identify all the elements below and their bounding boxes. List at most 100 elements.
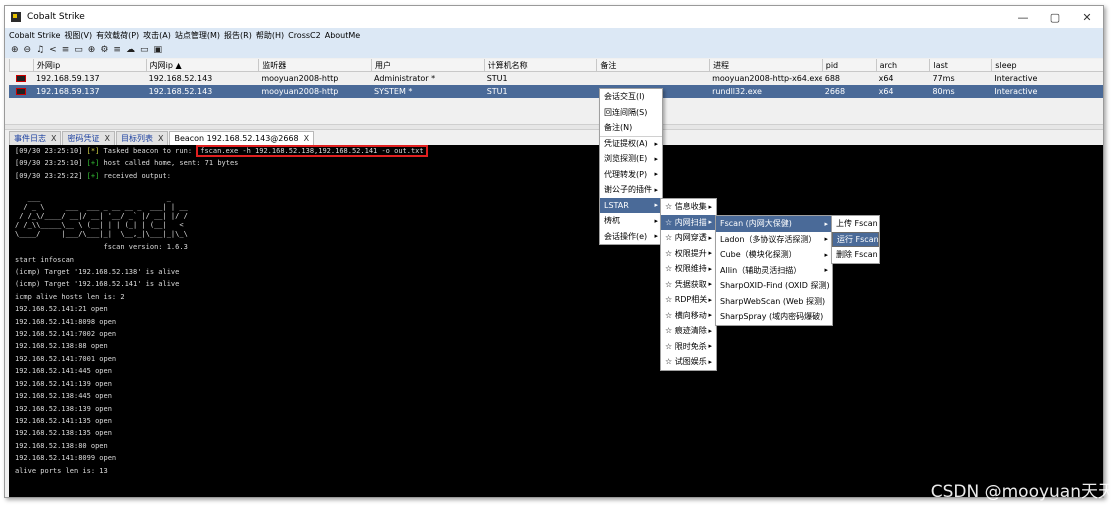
menu-item-sharpspray[interactable]: SharpSpray (域内密码爆破) xyxy=(716,309,832,325)
cell-computer: STU1 xyxy=(486,74,508,83)
column-header-icon[interactable] xyxy=(9,58,33,72)
menu-item-av-evasion[interactable]: ☆ 限时免杀 ▸ xyxy=(661,339,716,355)
console-line: (icmp) Target '192.168.52.141' is alive xyxy=(15,280,180,289)
window-title: Cobalt Strike xyxy=(27,12,85,22)
close-button[interactable]: ✕ xyxy=(1071,6,1103,28)
tab-event-log[interactable]: 事件日志 X xyxy=(9,131,62,145)
menu-item-sharpwebscan[interactable]: SharpWebScan (Web 探测) xyxy=(716,294,832,310)
menu-attacks[interactable]: 攻击(A) xyxy=(143,30,171,41)
targets-icon[interactable]: ▭ xyxy=(74,45,83,55)
cell-process: rundll32.exe xyxy=(712,87,762,96)
minimize-button[interactable]: — xyxy=(1007,6,1039,28)
menu-item-info-gather[interactable]: ☆ 信息收集 ▸ xyxy=(661,199,716,215)
menu-item-session[interactable]: 会话操作(e) ▸ xyxy=(600,229,662,245)
column-header-external-ip[interactable]: 外网ip xyxy=(32,58,146,72)
menu-item-note[interactable]: 备注(N) xyxy=(600,120,662,136)
column-header-arch[interactable]: arch xyxy=(875,58,930,72)
close-tab-icon[interactable]: X xyxy=(158,134,163,143)
menu-item-fun[interactable]: ☆ 试图娱乐 ▸ xyxy=(661,354,716,370)
menu-item-credentials[interactable]: ☆ 凭据获取 ▸ xyxy=(661,277,716,293)
close-tab-icon[interactable]: X xyxy=(104,134,109,143)
keystrokes-icon[interactable]: ≡ xyxy=(113,45,121,55)
menu-item-plugins[interactable]: 谢公子的插件 ▸ xyxy=(600,182,662,198)
menu-item-taowu[interactable]: 梼杌 ▸ xyxy=(600,213,662,229)
menu-aboutme[interactable]: AboutMe xyxy=(325,31,360,40)
submenu-arrow-icon: ▸ xyxy=(708,249,712,258)
menu-item-pivoting[interactable]: 代理转发(P) ▸ xyxy=(600,167,662,183)
column-header-note[interactable]: 备注 xyxy=(596,58,709,72)
cloud-icon[interactable]: ☁ xyxy=(126,45,135,55)
submenu-arrow-icon: ▸ xyxy=(708,295,712,304)
web-icon[interactable]: ⊕ xyxy=(88,45,96,55)
column-header-pid[interactable]: pid xyxy=(821,58,876,72)
menu-item-interact[interactable]: 会话交互(I) xyxy=(600,89,662,105)
menu-item-ladon[interactable]: Ladon（多协议存活探测） ▸ xyxy=(716,232,832,248)
highlighted-command: fscan.exe -h 192.168.52.138,192.168.52.1… xyxy=(196,145,428,157)
menu-item-rdp[interactable]: ☆ RDP相关 ▸ xyxy=(661,292,716,308)
menu-item-intranet-scan[interactable]: ☆ 内网扫描 ▸ xyxy=(661,214,716,230)
console-line: 192.168.52.141:8098 open xyxy=(15,317,117,326)
menu-item-persistence[interactable]: ☆ 权限维持 ▸ xyxy=(661,261,716,277)
disconnect-icon[interactable]: ⊖ xyxy=(24,45,32,55)
menu-item-cube[interactable]: Cube（模块化探测） ▸ xyxy=(716,247,832,263)
screenshots-icon[interactable]: ▭ xyxy=(140,45,149,55)
table-row-selected[interactable]: 192.168.59.137 192.168.52.143 mooyuan200… xyxy=(9,85,1103,98)
menu-site-management[interactable]: 站点管理(M) xyxy=(175,30,220,41)
menu-item-cleanup[interactable]: ☆ 痕迹清除 ▸ xyxy=(661,323,716,339)
tab-credentials[interactable]: 密码凭证 X xyxy=(62,131,115,145)
cell-computer: STU1 xyxy=(486,87,508,96)
menu-item-delete-fscan[interactable]: 删除 Fscan xyxy=(832,247,879,263)
menu-reporting[interactable]: 报告(R) xyxy=(224,30,252,41)
column-header-internal-ip[interactable]: 内网ip ▲ xyxy=(145,58,259,72)
listeners-icon[interactable]: ♫ xyxy=(36,45,44,55)
tab-label: 密码凭证 xyxy=(67,134,100,143)
camera-icon[interactable]: ▣ xyxy=(153,45,162,55)
submenu-arrow-icon: ▸ xyxy=(824,266,828,275)
menu-cobalt-strike[interactable]: Cobalt Strike xyxy=(9,31,60,40)
submenu-arrow-icon: ▸ xyxy=(708,264,712,273)
close-tab-icon[interactable]: X xyxy=(51,134,56,143)
new-connection-icon[interactable]: ⊕ xyxy=(11,45,19,55)
column-header-last[interactable]: last xyxy=(929,58,991,72)
maximize-button[interactable]: ▢ xyxy=(1039,6,1071,28)
close-tab-icon[interactable]: X xyxy=(304,134,309,143)
menu-item-lateral[interactable]: ☆ 横向移动 ▸ xyxy=(661,308,716,324)
column-header-sleep[interactable]: sleep xyxy=(991,58,1103,72)
column-header-computer[interactable]: 计算机名称 xyxy=(483,58,597,72)
menu-item-lstar[interactable]: LSTAR ▸ xyxy=(600,197,662,213)
menu-item-run-fscan[interactable]: 运行 Fscan xyxy=(832,231,879,247)
submenu-arrow-icon: ▸ xyxy=(708,233,712,242)
cell-last: 80ms xyxy=(932,87,955,96)
session-table-icon[interactable]: ≡ xyxy=(62,45,70,55)
settings-icon[interactable]: ⚙ xyxy=(100,45,108,55)
column-header-user[interactable]: 用户 xyxy=(371,58,484,72)
beacon-console[interactable]: [09/30 23:25:10] [*] Tasked beacon to ru… xyxy=(9,145,1103,497)
menu-item-sleep[interactable]: 回连间隔(S) xyxy=(600,105,662,121)
menu-crossc2[interactable]: CrossC2 xyxy=(288,31,321,40)
cell-internal-ip: 192.168.52.143 xyxy=(148,74,213,83)
menu-item-access[interactable]: 凭证提权(A) ▸ xyxy=(600,135,662,152)
menu-item-fscan[interactable]: Fscan (内网大保健) ▸ xyxy=(716,216,832,232)
menu-item-allin[interactable]: Allin（辅助灵活扫描） ▸ xyxy=(716,263,832,279)
menu-payloads[interactable]: 有效载荷(P) xyxy=(96,30,139,41)
menu-view[interactable]: 视图(V) xyxy=(64,30,92,41)
menu-help[interactable]: 帮助(H) xyxy=(256,30,284,41)
cell-pid: 688 xyxy=(824,74,841,83)
menu-item-explore[interactable]: 浏览探测(E) ▸ xyxy=(600,151,662,167)
submenu-arrow-icon: ▸ xyxy=(824,219,828,228)
tab-beacon[interactable]: Beacon 192.168.52.143@2668 X xyxy=(169,131,315,145)
menu-item-upload-fscan[interactable]: 上传 Fscan xyxy=(832,216,879,232)
menu-item-sharpoxid[interactable]: SharpOXID-Find (OXID 探测) xyxy=(716,278,832,294)
console-line: icmp alive hosts len is: 2 xyxy=(15,292,125,301)
pivot-graph-icon[interactable]: < xyxy=(49,45,57,55)
cell-listener: mooyuan2008-http xyxy=(261,87,339,96)
tab-targets[interactable]: 目标列表 X xyxy=(115,131,169,145)
menu-item-privesc[interactable]: ☆ 权限提升 ▸ xyxy=(661,246,716,262)
cell-internal-ip: 192.168.52.143 xyxy=(148,87,213,96)
column-header-listener[interactable]: 监听器 xyxy=(258,58,371,72)
tab-label: Beacon 192.168.52.143@2668 xyxy=(174,134,299,143)
table-row[interactable]: 192.168.59.137 192.168.52.143 mooyuan200… xyxy=(9,72,1103,85)
console-line: 192.168.52.138:445 open xyxy=(15,392,112,401)
column-header-process[interactable]: 进程 xyxy=(709,58,822,72)
menu-item-tunneling[interactable]: ☆ 内网穿透 ▸ xyxy=(661,230,716,246)
